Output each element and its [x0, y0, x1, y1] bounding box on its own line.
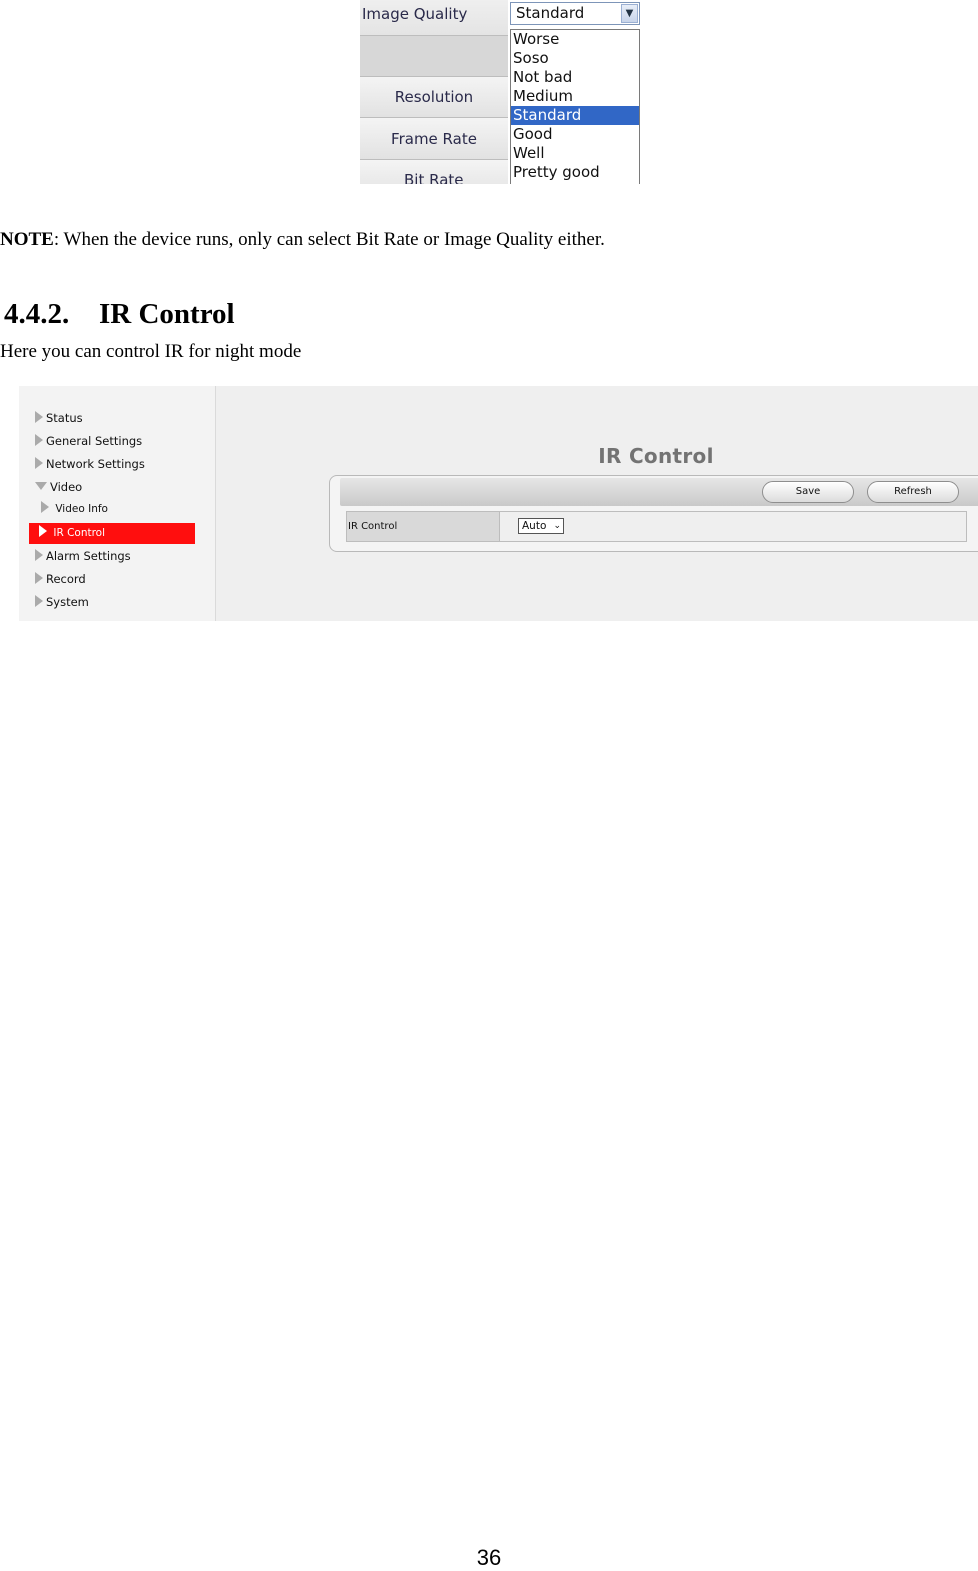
- page-title: IR Control: [598, 444, 714, 468]
- option-soso[interactable]: Soso: [511, 49, 639, 68]
- sidebar-item-ir-control[interactable]: IR Control: [29, 523, 195, 544]
- option-worse[interactable]: Worse: [511, 30, 639, 49]
- option-not-bad[interactable]: Not bad: [511, 68, 639, 87]
- sidebar-item-record[interactable]: Record: [35, 569, 86, 589]
- note-label: NOTE: [0, 229, 54, 250]
- option-well[interactable]: Well: [511, 144, 639, 163]
- resolution-label: Resolution: [360, 77, 508, 118]
- section-heading: 4.4.2. IR Control: [4, 298, 235, 331]
- section-title: IR Control: [99, 298, 235, 330]
- dropdown-arrow-icon[interactable]: ▼: [621, 4, 638, 23]
- image-quality-options-list[interactable]: Worse Soso Not bad Medium Standard Good …: [510, 29, 640, 184]
- sidebar-item-label: Video: [50, 480, 83, 494]
- ir-control-screenshot: Status General Settings Network Settings…: [19, 386, 978, 621]
- sidebar-item-video-info[interactable]: Video Info: [41, 499, 108, 519]
- option-good[interactable]: Good: [511, 125, 639, 144]
- main-content: IR Control Save Refresh IR Control Auto …: [216, 386, 978, 621]
- settings-label-column: Image Quality Resolution Frame Rate Bit …: [360, 0, 508, 184]
- ir-control-select[interactable]: Auto ⌄: [518, 518, 564, 534]
- sidebar-item-general-settings[interactable]: General Settings: [35, 431, 142, 451]
- expand-arrow-icon: [35, 595, 43, 607]
- save-button[interactable]: Save: [762, 481, 854, 503]
- sidebar-item-label: IR Control: [53, 527, 106, 539]
- frame-rate-label: Frame Rate: [360, 118, 508, 160]
- sidebar-item-label: Network Settings: [46, 457, 145, 471]
- sidebar-item-label: System: [46, 595, 89, 609]
- image-quality-select[interactable]: Standard ▼: [510, 2, 640, 25]
- toolbar: Save Refresh: [340, 478, 978, 506]
- sidebar: Status General Settings Network Settings…: [19, 386, 216, 621]
- expand-arrow-icon: [35, 434, 43, 446]
- note-text: : When the device runs, only can select …: [53, 229, 605, 250]
- settings-panel: Save Refresh IR Control Auto ⌄: [329, 475, 978, 552]
- sidebar-item-label: General Settings: [46, 434, 143, 448]
- option-standard[interactable]: Standard: [511, 106, 639, 125]
- image-quality-label: Image Quality: [360, 0, 508, 36]
- sidebar-item-system[interactable]: System: [35, 592, 89, 612]
- expand-arrow-icon: [41, 501, 49, 513]
- collapse-arrow-icon: [35, 482, 47, 490]
- option-pretty-good[interactable]: Pretty good: [511, 163, 639, 182]
- image-quality-screenshot: Image Quality Resolution Frame Rate Bit …: [360, 0, 642, 184]
- sidebar-item-label: Video Info: [55, 503, 108, 515]
- image-quality-select-value: Standard: [516, 4, 585, 22]
- expand-arrow-icon: [35, 549, 43, 561]
- note-paragraph: NOTE: When the device runs, only can sel…: [0, 229, 605, 251]
- sidebar-item-label: Status: [46, 411, 83, 425]
- bit-rate-label: Bit Rate: [360, 160, 508, 184]
- sidebar-item-network-settings[interactable]: Network Settings: [35, 454, 145, 474]
- section-intro: Here you can control IR for night mode: [0, 341, 302, 362]
- ir-control-select-value: Auto: [522, 520, 547, 532]
- expand-arrow-icon: [35, 457, 43, 469]
- sidebar-item-alarm-settings[interactable]: Alarm Settings: [35, 546, 131, 566]
- expand-arrow-icon: [35, 411, 43, 423]
- expand-arrow-icon: [35, 572, 43, 584]
- sidebar-item-label: Record: [46, 572, 86, 586]
- ir-control-field-label: IR Control: [347, 512, 500, 541]
- sidebar-item-label: Alarm Settings: [46, 549, 131, 563]
- refresh-button[interactable]: Refresh: [867, 481, 959, 503]
- ir-control-row: IR Control Auto ⌄: [346, 511, 967, 542]
- sidebar-item-video[interactable]: Video: [35, 477, 82, 497]
- page-number: 36: [476, 1545, 502, 1570]
- option-medium[interactable]: Medium: [511, 87, 639, 106]
- section-number: 4.4.2.: [4, 298, 70, 330]
- chevron-down-icon[interactable]: ⌄: [553, 520, 561, 532]
- active-arrow-icon: [39, 525, 47, 537]
- blank-label-row: [360, 36, 508, 77]
- sidebar-item-status[interactable]: Status: [35, 408, 83, 428]
